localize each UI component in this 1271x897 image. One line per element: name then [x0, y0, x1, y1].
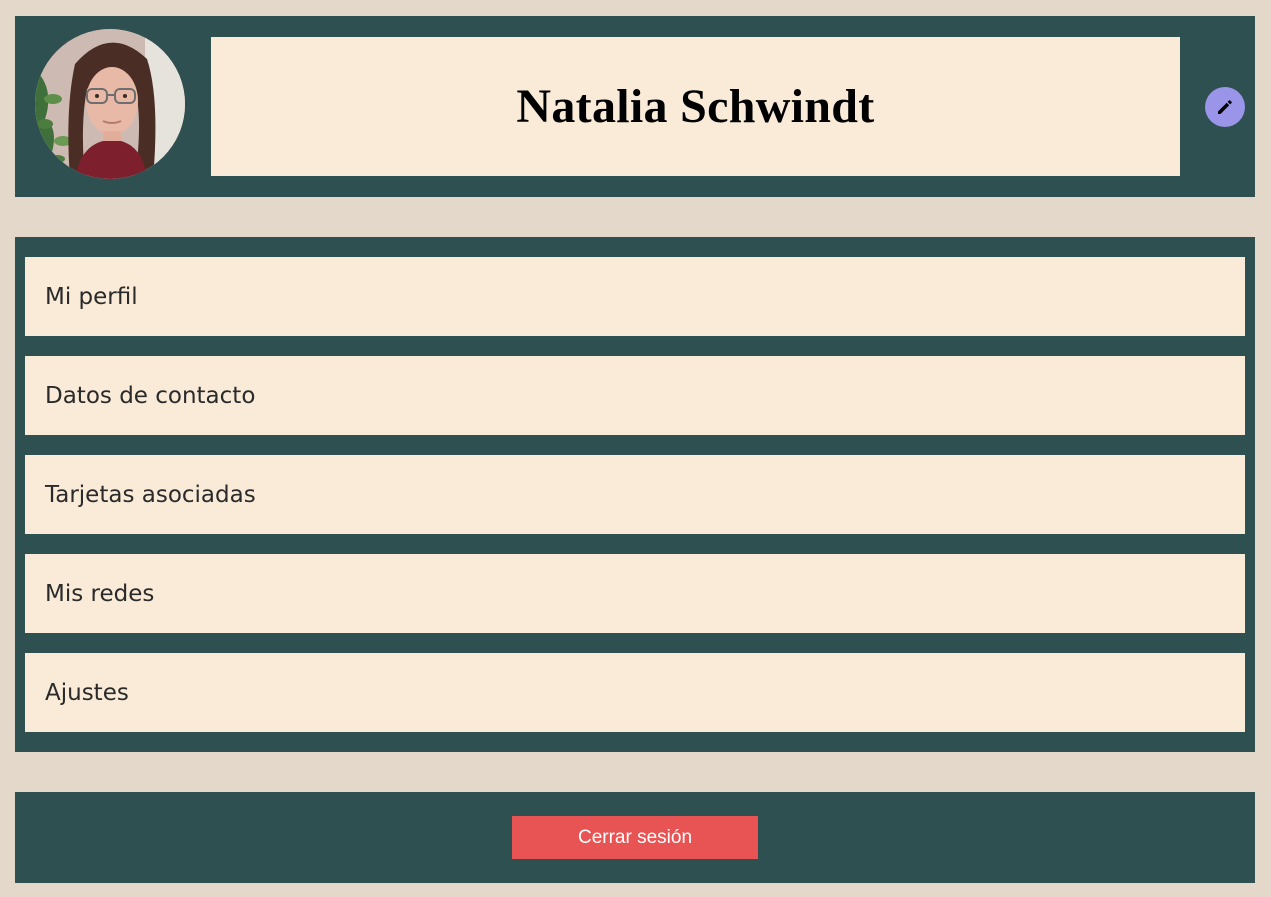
avatar: [35, 29, 185, 179]
menu-item-label: Mis redes: [45, 580, 155, 607]
menu-item-tarjetas-asociadas[interactable]: Tarjetas asociadas: [25, 455, 1245, 534]
profile-menu: Mi perfil Datos de contacto Tarjetas aso…: [15, 237, 1255, 752]
avatar-photo: [35, 29, 185, 179]
name-card: Natalia Schwindt: [211, 37, 1180, 176]
edit-profile-button[interactable]: [1205, 87, 1245, 127]
pencil-icon: [1218, 100, 1232, 114]
menu-item-label: Ajustes: [45, 679, 129, 706]
logout-button[interactable]: Cerrar sesión: [512, 816, 758, 859]
menu-item-mis-redes[interactable]: Mis redes: [25, 554, 1245, 633]
menu-item-label: Mi perfil: [45, 283, 138, 310]
menu-item-ajustes[interactable]: Ajustes: [25, 653, 1245, 732]
menu-item-datos-de-contacto[interactable]: Datos de contacto: [25, 356, 1245, 435]
menu-item-label: Datos de contacto: [45, 382, 256, 409]
menu-item-mi-perfil[interactable]: Mi perfil: [25, 257, 1245, 336]
footer-panel: Cerrar sesión: [15, 792, 1255, 883]
profile-name: Natalia Schwindt: [516, 80, 875, 133]
profile-header: Natalia Schwindt: [15, 16, 1255, 197]
menu-item-label: Tarjetas asociadas: [45, 481, 256, 508]
